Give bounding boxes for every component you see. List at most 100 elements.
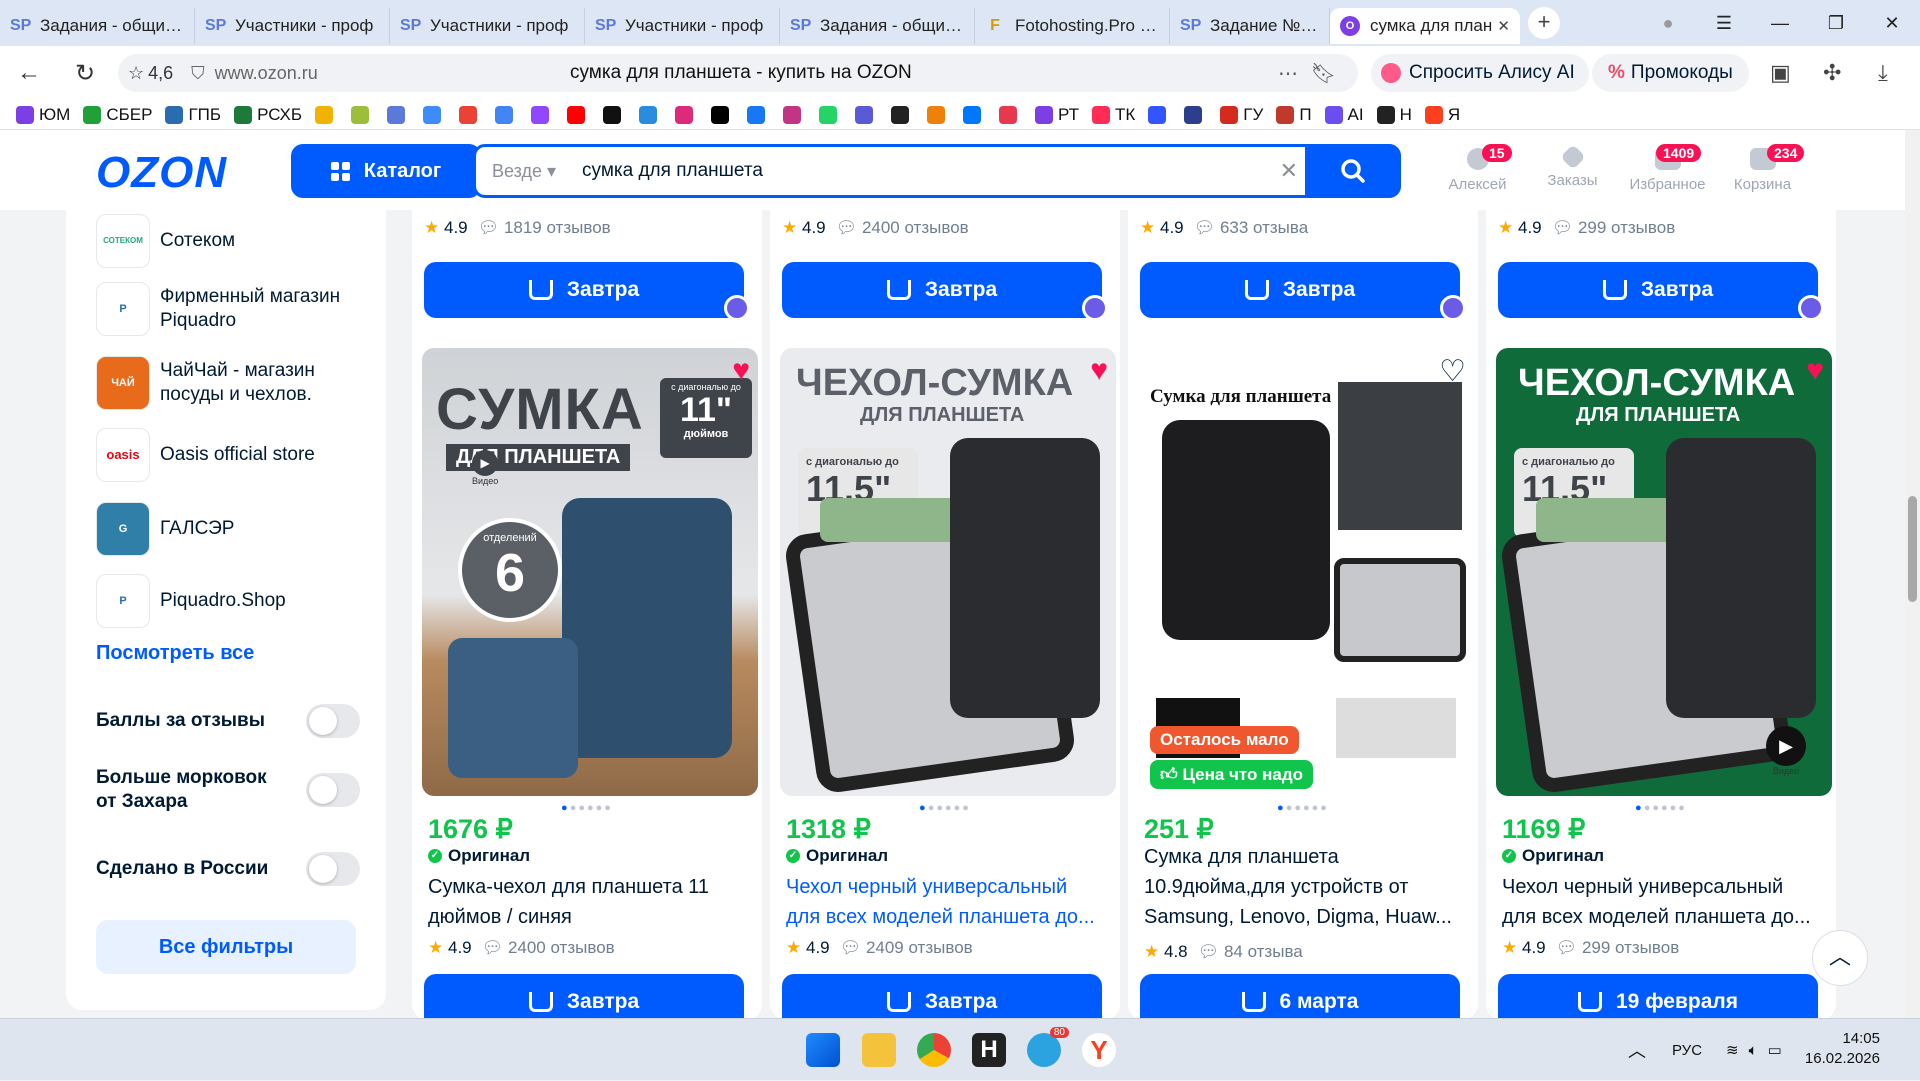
bookmark-item[interactable]: РТ — [1035, 105, 1079, 125]
bookmark-item[interactable] — [747, 105, 770, 124]
toggle-switch[interactable] — [306, 704, 360, 738]
bookmark-item[interactable] — [495, 105, 518, 124]
bookmark-item[interactable]: РСХБ — [234, 105, 302, 125]
search-button[interactable] — [1305, 144, 1401, 198]
delivery-button[interactable]: Завтра — [1498, 262, 1818, 318]
file-explorer-icon[interactable] — [862, 1033, 896, 1067]
bookmark-item[interactable]: СБЕР — [83, 105, 152, 125]
brand-item[interactable]: oasis Oasis official store — [96, 428, 315, 482]
extension-image-icon[interactable]: ▣ — [1770, 60, 1791, 86]
battery-icon[interactable]: ▭ — [1768, 1041, 1782, 1059]
page-scrollbar[interactable] — [1905, 130, 1920, 1018]
orders-link[interactable]: Заказы — [1525, 144, 1620, 193]
bookmark-icon[interactable]: 🔖︎ — [1311, 61, 1336, 86]
delivery-button[interactable]: Завтра — [424, 974, 744, 1018]
new-tab-button[interactable]: + — [1528, 7, 1560, 39]
image-pagination[interactable]: ●●●●●● — [412, 802, 762, 814]
browser-tab[interactable]: SP Задания - общий с — [0, 8, 195, 44]
see-all-brands-link[interactable]: Посмотреть все — [96, 642, 254, 665]
bookmark-item[interactable]: ТК — [1092, 105, 1135, 125]
brand-item[interactable]: G ГАЛСЭР — [96, 502, 234, 556]
brand-item[interactable]: СОТЕКОМ Сотеком — [96, 214, 235, 268]
bookmark-item[interactable] — [1184, 105, 1207, 124]
browser-tab[interactable]: SP Задания - общий с — [780, 8, 975, 44]
image-pagination[interactable]: ●●●●●● — [770, 802, 1120, 814]
close-window-icon[interactable]: ✕ — [1864, 13, 1920, 34]
favorites-link[interactable]: Избранное 1409 — [1620, 144, 1715, 193]
minimize-icon[interactable]: — — [1752, 13, 1808, 34]
image-pagination[interactable]: ●●●●●● — [1486, 802, 1836, 814]
chat-bubble-icon[interactable] — [1798, 295, 1824, 321]
bookmark-item[interactable]: ЮМ — [16, 105, 70, 125]
delivery-button[interactable]: Завтра — [424, 262, 744, 318]
favorite-heart-icon[interactable]: ♥ — [1806, 354, 1824, 388]
extensions-icon[interactable]: ✣ — [1823, 60, 1841, 86]
delivery-button[interactable]: 6 марта — [1140, 974, 1460, 1018]
product-image[interactable]: ЧЕХОЛ-СУМКА ДЛЯ ПЛАНШЕТА с диагональю до… — [1496, 348, 1832, 796]
favorite-heart-icon[interactable]: ♥ — [1090, 354, 1108, 388]
bookmark-item[interactable]: Н — [1376, 105, 1412, 125]
ozon-logo[interactable]: OZON — [96, 148, 227, 198]
chrome-icon[interactable] — [917, 1033, 951, 1067]
chat-bubble-icon[interactable] — [724, 295, 750, 321]
back-icon[interactable]: ← — [10, 59, 48, 87]
yandex-browser-icon[interactable]: Y — [1082, 1033, 1116, 1067]
bookmark-item[interactable]: Я — [1424, 105, 1460, 125]
windows-start-icon[interactable] — [806, 1033, 840, 1067]
bookmark-item[interactable] — [603, 105, 626, 124]
toggle-switch[interactable] — [306, 852, 360, 886]
chat-bubble-icon[interactable] — [1440, 295, 1466, 321]
bookmark-item[interactable] — [423, 105, 446, 124]
product-title[interactable]: Сумка-чехол для планшета 11 дюймов / син… — [428, 872, 748, 932]
promo-button[interactable]: % Промокоды — [1592, 54, 1749, 92]
scroll-up-button[interactable]: ︿ — [1812, 930, 1868, 986]
browser-tab-active[interactable]: Oсумка для план ✕ — [1330, 8, 1520, 44]
browser-tab[interactable]: F Fotohosting.Pro - С — [975, 8, 1170, 44]
maximize-icon[interactable]: ❐ — [1808, 13, 1864, 34]
filter-toggle[interactable]: Баллы за отзывы — [96, 704, 360, 738]
language-indicator[interactable]: РУС — [1672, 1042, 1702, 1059]
bookmark-item[interactable] — [711, 105, 734, 124]
bookmark-item[interactable] — [819, 105, 842, 124]
toggle-switch[interactable] — [306, 773, 360, 807]
delivery-button[interactable]: 19 февраля — [1498, 974, 1818, 1018]
product-image[interactable]: Сумка для планшета Осталось мало 👍︎ Цена… — [1138, 348, 1474, 796]
browser-tab[interactable]: SP Участники - проф — [390, 8, 585, 44]
app-h-icon[interactable]: H — [972, 1033, 1006, 1067]
delivery-button[interactable]: Завтра — [782, 262, 1102, 318]
browser-tab[interactable]: SP Задание №28961 — [1170, 8, 1330, 44]
chat-bubble-icon[interactable] — [1082, 295, 1108, 321]
filter-toggle[interactable]: Больше морковок от Захара — [96, 766, 360, 814]
profile-icon[interactable]: ● — [1640, 13, 1696, 34]
image-pagination[interactable]: ●●●●●● — [1128, 802, 1478, 814]
clock[interactable]: 14:05 16.02.2026 — [1790, 1029, 1880, 1069]
brand-item[interactable]: P Piquadro.Shop — [96, 574, 286, 628]
favorite-heart-icon[interactable]: ♡ — [1439, 354, 1466, 389]
bookmark-item[interactable] — [531, 105, 554, 124]
product-title[interactable]: Чехол черный универсальный для всех моде… — [786, 872, 1106, 932]
cart-link[interactable]: Корзина 234 — [1715, 144, 1810, 193]
all-filters-button[interactable]: Все фильтры — [96, 920, 356, 974]
bookmark-item[interactable]: ГУ — [1220, 105, 1263, 125]
bookmark-item[interactable] — [675, 105, 698, 124]
favorite-heart-icon[interactable]: ♥ — [732, 354, 750, 388]
telegram-icon[interactable]: 80 — [1027, 1027, 1069, 1067]
bookmark-item[interactable] — [351, 105, 374, 124]
bookmark-item[interactable] — [567, 105, 590, 124]
menu-icon[interactable]: ☰ — [1696, 13, 1752, 34]
download-icon[interactable]: ⤓ — [1878, 60, 1888, 86]
volume-icon[interactable]: 🔈︎ — [1749, 1042, 1758, 1059]
bookmark-item[interactable] — [459, 105, 482, 124]
product-image[interactable]: СУМКА ДЛЯ ПЛАНШЕТА с диагональю до 11" д… — [422, 348, 758, 796]
tray-chevron-icon[interactable]: ︿ — [1628, 1037, 1646, 1063]
wifi-icon[interactable]: ≋ — [1726, 1041, 1739, 1059]
bookmark-item[interactable] — [639, 105, 662, 124]
reload-icon[interactable]: ↻ — [66, 59, 104, 88]
search-input[interactable]: сумка для планшета — [582, 160, 763, 182]
bookmark-item[interactable] — [315, 105, 338, 124]
bookmark-item[interactable] — [387, 105, 410, 124]
profile-link[interactable]: Алексей 15 — [1430, 144, 1525, 193]
more-icon[interactable]: ⋯ — [1278, 61, 1298, 86]
close-tab-icon[interactable]: ✕ — [1497, 17, 1510, 35]
bookmark-item[interactable] — [927, 105, 950, 124]
